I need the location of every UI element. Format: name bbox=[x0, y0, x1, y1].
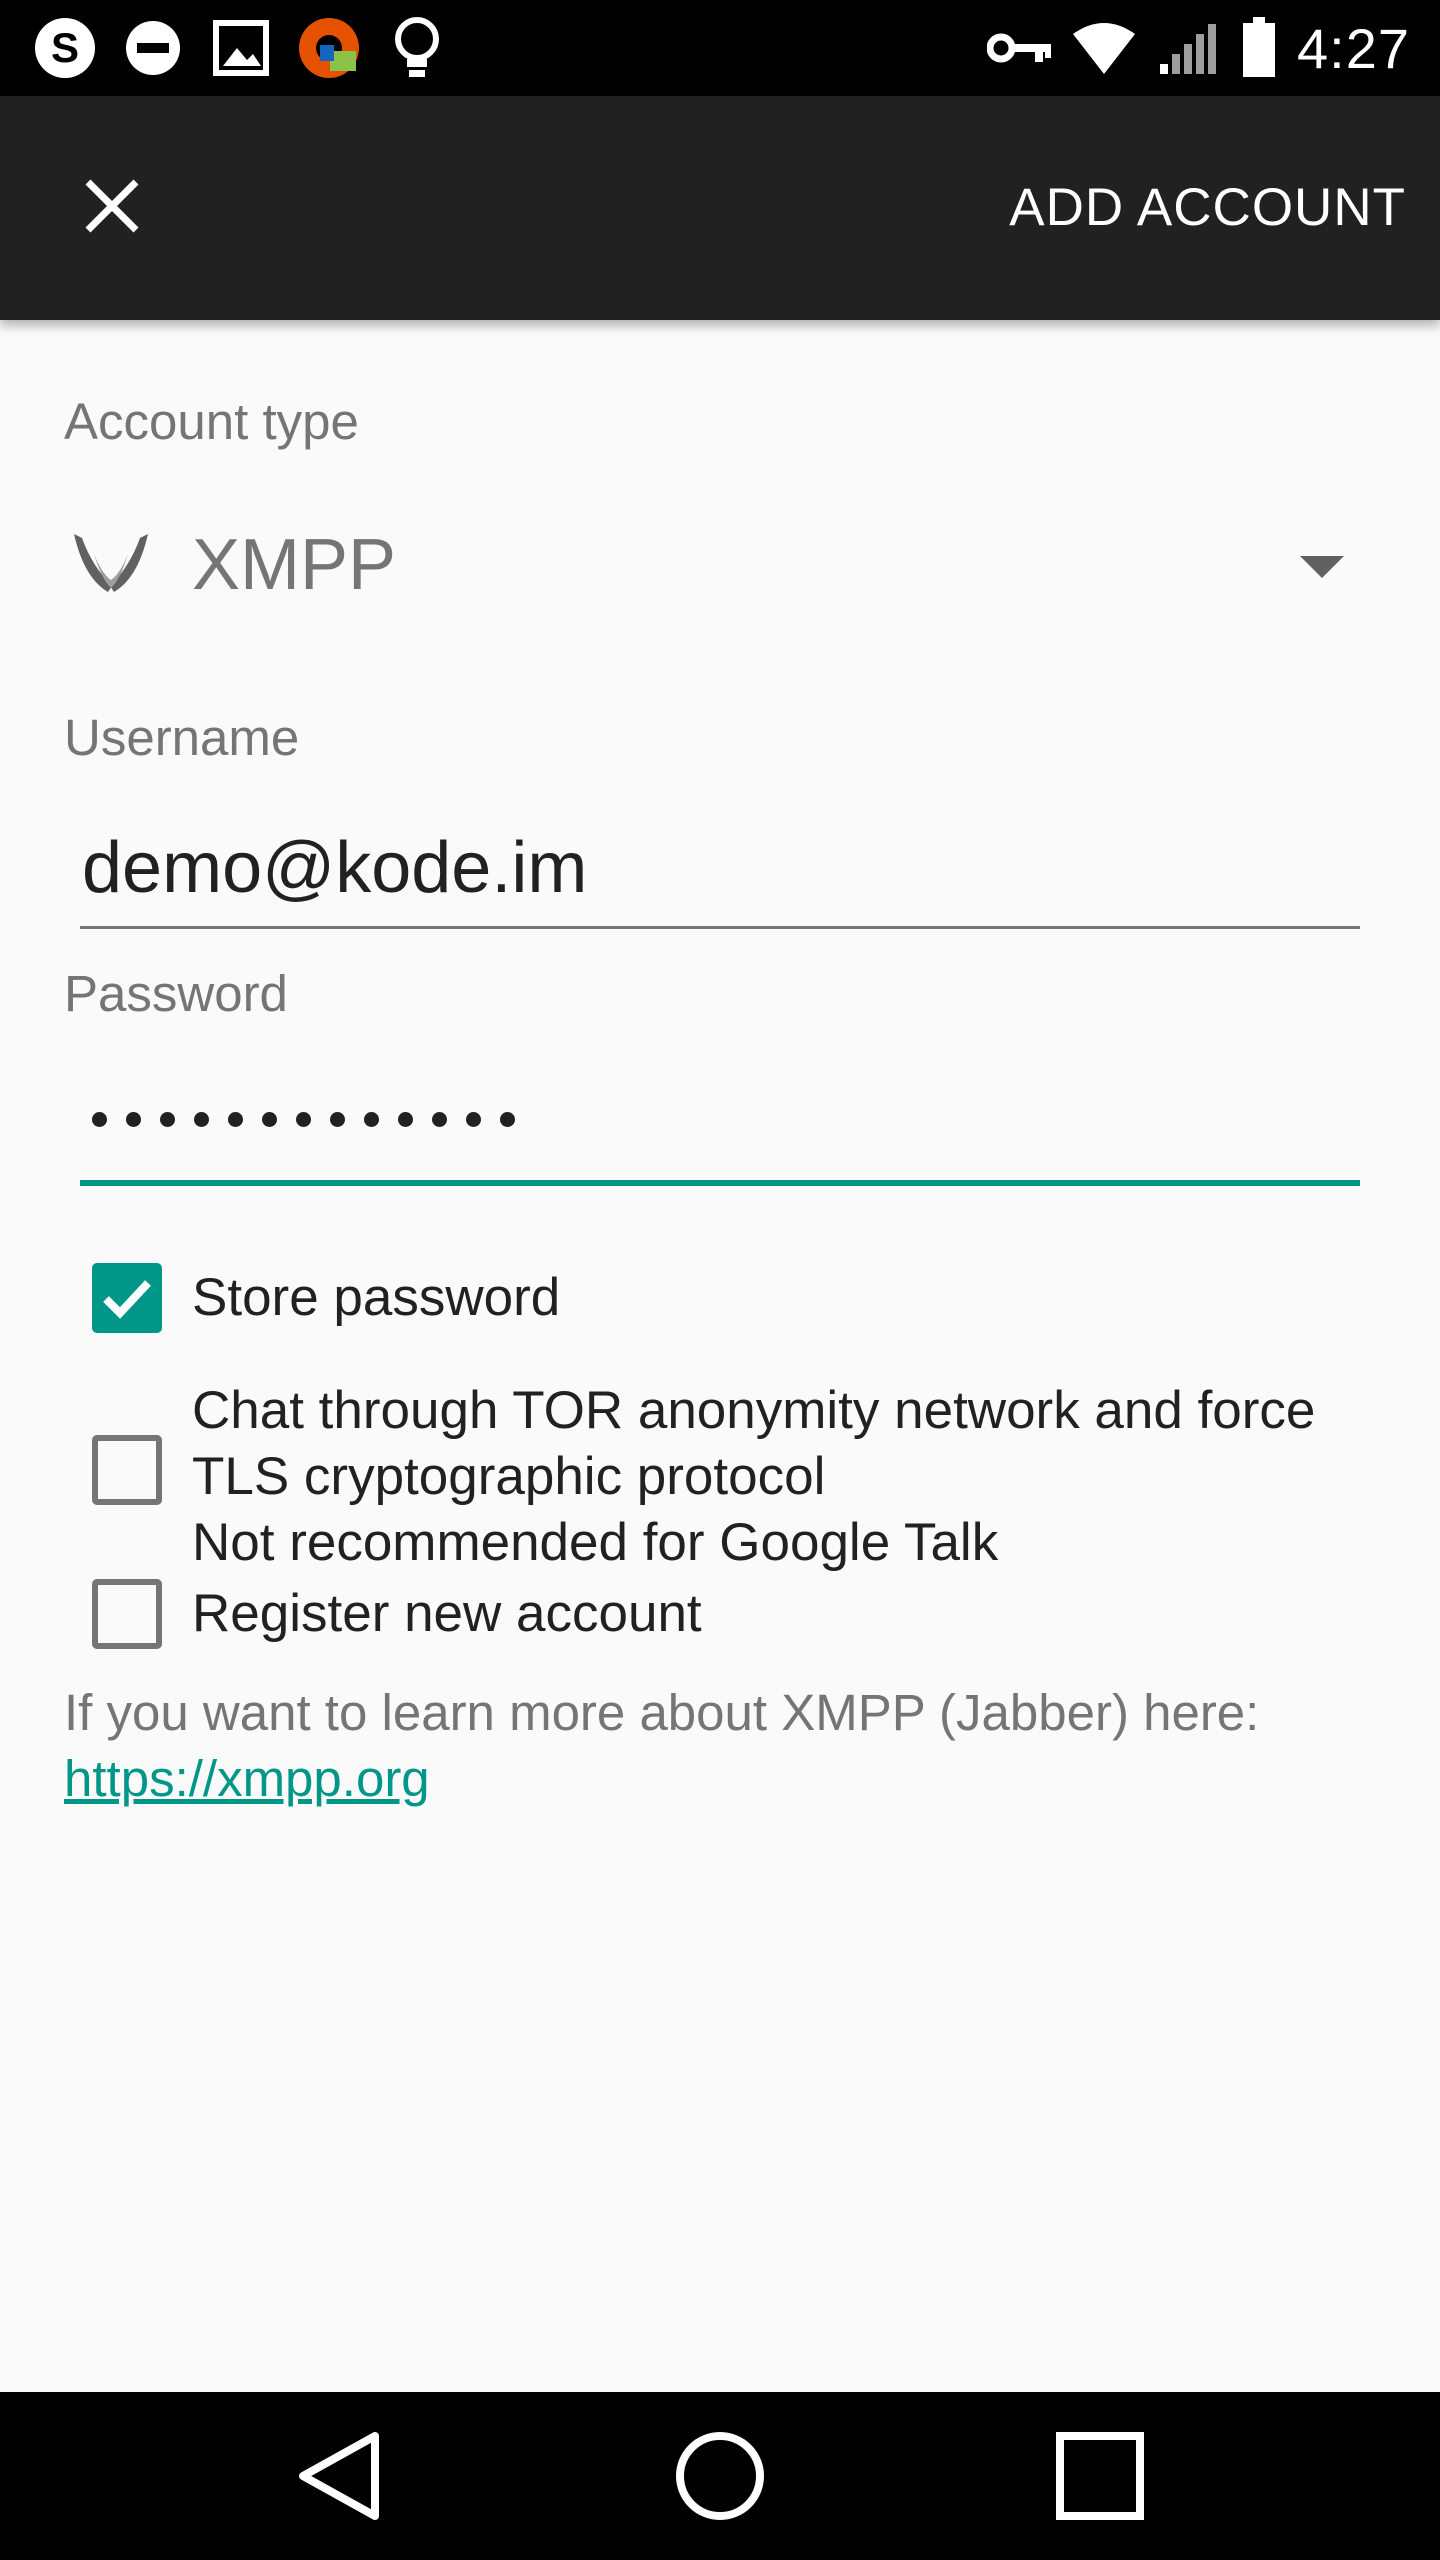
account-type-value: XMPP bbox=[192, 525, 397, 605]
password-dot bbox=[432, 1112, 447, 1127]
clock: 4:27 bbox=[1297, 16, 1410, 80]
store-password-row[interactable]: Store password bbox=[0, 1238, 1440, 1358]
username-value: demo@kode.im bbox=[82, 828, 588, 908]
account-form: Account type XMPP Username demo@kode.im … bbox=[0, 320, 1440, 2392]
store-password-checkbox[interactable] bbox=[92, 1263, 162, 1333]
image-icon bbox=[208, 15, 274, 81]
xmpp-link[interactable]: https://xmpp.org bbox=[64, 1746, 430, 1812]
lightbulb-icon bbox=[384, 15, 450, 81]
password-dot bbox=[398, 1112, 413, 1127]
tor-label-line3: Not recommended for Google Talk bbox=[192, 1513, 999, 1572]
password-dot bbox=[500, 1112, 515, 1127]
password-dot bbox=[126, 1112, 141, 1127]
xmpp-logo-icon bbox=[68, 522, 154, 608]
info-text: If you want to learn more about XMPP (Ja… bbox=[64, 1684, 1260, 1741]
password-dot bbox=[92, 1112, 107, 1127]
skype-icon: S bbox=[32, 15, 98, 81]
close-icon[interactable] bbox=[52, 146, 172, 266]
tor-label-line2: TLS cryptographic protocol bbox=[192, 1447, 826, 1506]
add-account-button[interactable]: ADD ACCOUNT bbox=[1009, 166, 1406, 250]
username-field[interactable]: demo@kode.im bbox=[80, 820, 1360, 929]
home-icon[interactable] bbox=[660, 2416, 780, 2536]
recents-icon[interactable] bbox=[1040, 2416, 1160, 2536]
signal-icon bbox=[1155, 15, 1221, 81]
password-dot bbox=[160, 1112, 175, 1127]
account-type-label: Account type bbox=[64, 393, 359, 450]
register-label: Register new account bbox=[192, 1584, 702, 1643]
tor-label-line1: Chat through TOR anonymity network and f… bbox=[192, 1381, 1316, 1440]
vpn-app-icon bbox=[296, 15, 362, 81]
do-not-disturb-icon bbox=[120, 15, 186, 81]
register-row[interactable]: Register new account bbox=[0, 1574, 1440, 1678]
wifi-icon bbox=[1071, 15, 1137, 81]
password-field[interactable] bbox=[80, 1070, 1360, 1186]
tor-checkbox[interactable] bbox=[92, 1435, 162, 1505]
back-icon[interactable] bbox=[280, 2416, 400, 2536]
password-dot bbox=[364, 1112, 379, 1127]
password-label: Password bbox=[64, 965, 288, 1022]
toolbar: ADD ACCOUNT bbox=[0, 96, 1440, 320]
status-bar: S 4:27 bbox=[0, 0, 1440, 96]
password-dot bbox=[228, 1112, 243, 1127]
tor-row[interactable]: Chat through TOR anonymity network and f… bbox=[0, 1350, 1440, 1572]
register-checkbox[interactable] bbox=[92, 1579, 162, 1649]
battery-icon bbox=[1239, 15, 1279, 81]
password-dots bbox=[80, 1070, 1360, 1127]
vpn-key-icon bbox=[987, 15, 1053, 81]
password-dot bbox=[466, 1112, 481, 1127]
password-dot bbox=[262, 1112, 277, 1127]
store-password-label: Store password bbox=[192, 1268, 561, 1327]
password-dot bbox=[296, 1112, 311, 1127]
navigation-bar bbox=[0, 2392, 1440, 2560]
username-label: Username bbox=[64, 709, 300, 766]
svg-text:S: S bbox=[51, 24, 79, 71]
password-dot bbox=[194, 1112, 209, 1127]
dropdown-arrow-icon bbox=[1300, 556, 1344, 578]
password-dot bbox=[330, 1112, 345, 1127]
account-type-spinner[interactable]: XMPP bbox=[48, 500, 1368, 630]
